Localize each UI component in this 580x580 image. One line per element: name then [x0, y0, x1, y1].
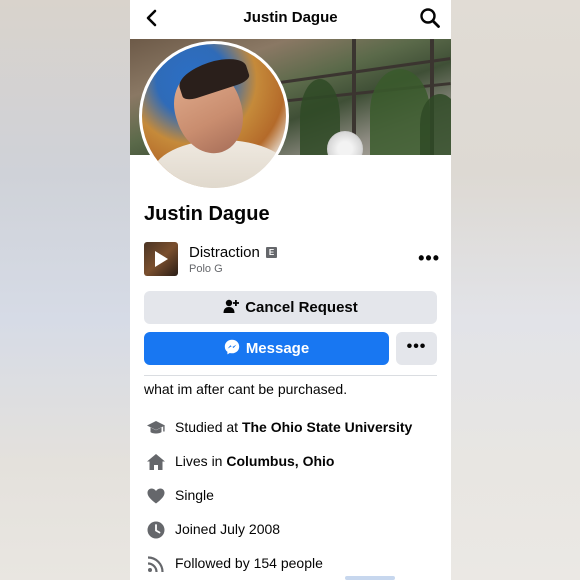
- heart-icon: [147, 488, 165, 504]
- followers-text: Followed by 154 people: [175, 555, 323, 571]
- profile-name: Justin Dague: [144, 203, 270, 225]
- bottom-indicator: [345, 576, 395, 580]
- location-row: Lives in Columbus, Ohio: [144, 451, 444, 473]
- message-button[interactable]: Message: [144, 332, 389, 365]
- song-more-button[interactable]: •••: [418, 249, 440, 267]
- header-title: Justin Dague: [243, 9, 338, 26]
- profile-song[interactable]: Distraction E Polo G •••: [144, 242, 440, 278]
- joined-text: Joined July 2008: [175, 521, 281, 537]
- location-text: Lives in Columbus, Ohio: [175, 453, 335, 469]
- cancel-request-button[interactable]: Cancel Request: [144, 291, 437, 324]
- home-icon: [147, 454, 165, 470]
- play-icon[interactable]: [155, 251, 168, 267]
- person-add-icon: [223, 299, 240, 314]
- avatar[interactable]: [142, 44, 286, 188]
- fan-shape: [327, 131, 363, 155]
- education-text: Studied at The Ohio State University: [175, 419, 413, 435]
- relationship-row: Single: [144, 485, 444, 507]
- messenger-icon: [224, 339, 240, 355]
- relationship-text: Single: [175, 487, 214, 503]
- top-navigation-bar: Justin Dague: [130, 0, 451, 38]
- album-art[interactable]: [144, 242, 178, 276]
- search-icon[interactable]: [419, 7, 441, 29]
- more-actions-button[interactable]: •••: [396, 332, 437, 365]
- message-label: Message: [245, 340, 310, 357]
- education-row: Studied at The Ohio State University: [144, 417, 444, 439]
- song-artist: Polo G: [189, 263, 223, 275]
- joined-row: Joined July 2008: [144, 519, 444, 541]
- cancel-request-label: Cancel Request: [245, 299, 358, 316]
- profile-screen: Justin Dague Justin Dague Distraction E …: [130, 0, 451, 580]
- divider: [144, 375, 437, 376]
- rss-icon: [147, 556, 164, 573]
- background-left: [0, 0, 130, 580]
- graduation-cap-icon: [147, 421, 165, 434]
- clock-icon: [147, 521, 165, 539]
- followers-row[interactable]: Followed by 154 people: [144, 553, 444, 575]
- background-right: [451, 0, 580, 580]
- explicit-badge: E: [266, 247, 277, 258]
- bio-text: what im after cant be purchased.: [144, 381, 348, 397]
- song-title: Distraction: [189, 244, 260, 261]
